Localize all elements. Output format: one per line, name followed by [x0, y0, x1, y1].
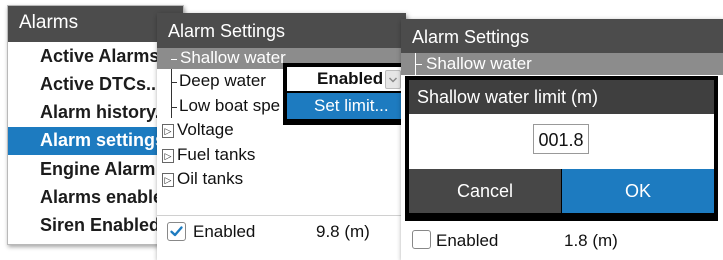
- tree-item-deep-water[interactable]: Deep water: [179, 71, 266, 91]
- popup-enabled-label: Enabled: [317, 69, 384, 88]
- check-icon: [170, 226, 183, 237]
- alarm-settings-panel: Alarm Settings Shallow water Deep water …: [157, 13, 406, 260]
- limit-dialog: Shallow water limit (m) 001.8 Cancel OK: [405, 76, 718, 221]
- alarm-settings-header: Alarm Settings: [157, 13, 406, 48]
- tree-group-voltage[interactable]: Voltage: [177, 120, 234, 140]
- alarms-title: Alarms: [19, 12, 79, 33]
- popup-set-limit-option[interactable]: Set limit...: [287, 93, 401, 119]
- enabled-checkbox[interactable]: [412, 230, 431, 249]
- alarm-settings-panel-limit: Alarm Settings Shallow water Shallow wat…: [401, 19, 723, 260]
- alarm-settings-header: Alarm Settings: [401, 19, 723, 53]
- divider: [157, 215, 406, 216]
- tree-item-low-boat-speed[interactable]: Low boat spe: [179, 96, 280, 116]
- menu-item-label: Alarms enabled: [40, 187, 175, 207]
- tree-item-label: Shallow water: [426, 54, 532, 73]
- tree-item-shallow-water[interactable]: Shallow water: [401, 53, 723, 75]
- expand-icon[interactable]: ▷: [162, 149, 174, 163]
- limit-value-text: 001.8: [538, 130, 584, 150]
- enabled-checkbox[interactable]: [167, 222, 186, 241]
- dialog-title: Shallow water limit (m): [417, 87, 599, 107]
- enabled-label: Enabled: [193, 222, 256, 241]
- menu-item-label: Alarm history...: [40, 102, 170, 122]
- limit-value: 1.8 (m): [564, 231, 618, 250]
- dropdown-arrow-icon[interactable]: [385, 70, 401, 89]
- item-popup-menu: Enabled Set limit...: [283, 63, 405, 125]
- tree-branch: [171, 59, 177, 60]
- menu-item-label: Active DTCs...: [40, 74, 162, 94]
- tree-item-label: Shallow water: [180, 48, 286, 67]
- tree-branch: [171, 107, 177, 108]
- menu-item-label: Active Alarms...: [40, 46, 175, 66]
- popup-set-limit-label: Set limit...: [314, 96, 389, 115]
- dialog-title-bar: Shallow water limit (m): [409, 80, 714, 114]
- ok-button-label: OK: [624, 181, 651, 201]
- alarm-settings-title: Alarm Settings: [168, 21, 286, 41]
- limit-value: 9.8 (m): [316, 222, 370, 241]
- tree-group-fuel-tanks[interactable]: Fuel tanks: [177, 145, 255, 165]
- expand-icon[interactable]: ▷: [162, 124, 174, 138]
- enabled-label: Enabled: [436, 231, 499, 250]
- cancel-button-label: Cancel: [456, 181, 514, 201]
- menu-item-label: Engine Alarm S: [40, 159, 173, 179]
- tree-branch: [171, 82, 177, 83]
- limit-value-input[interactable]: 001.8: [533, 124, 589, 154]
- expand-icon[interactable]: ▷: [162, 173, 174, 187]
- tree-branch: [415, 64, 422, 65]
- popup-enabled-option[interactable]: Enabled: [287, 67, 401, 91]
- cancel-button[interactable]: Cancel: [409, 169, 561, 213]
- tree-group-oil-tanks[interactable]: Oil tanks: [177, 169, 243, 189]
- menu-item-label: Siren Enabled: [40, 215, 161, 235]
- ok-button[interactable]: OK: [562, 169, 714, 213]
- dialog-body: 001.8: [409, 114, 714, 169]
- alarm-settings-title: Alarm Settings: [412, 27, 530, 47]
